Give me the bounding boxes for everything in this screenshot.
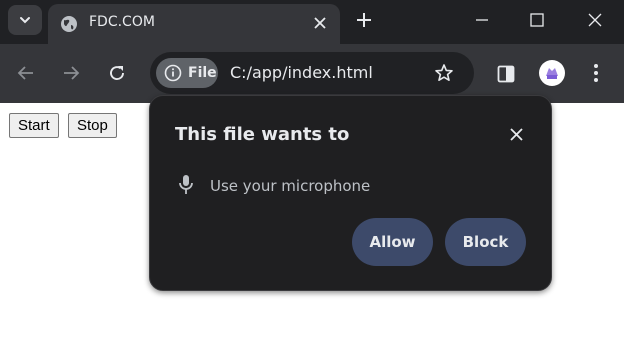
microphone-icon: [179, 175, 193, 194]
start-button[interactable]: Start: [9, 113, 59, 138]
arrow-right-icon: [64, 66, 80, 80]
side-panel-icon: [497, 65, 515, 83]
back-button[interactable]: [13, 60, 39, 86]
prompt-title: This file wants to: [175, 124, 350, 145]
allow-button[interactable]: Allow: [352, 218, 433, 266]
maximize-button[interactable]: [522, 6, 552, 34]
site-info-chip[interactable]: File: [156, 58, 218, 88]
stop-button[interactable]: Stop: [68, 113, 117, 138]
close-icon: [314, 17, 326, 29]
window-close-button[interactable]: [580, 6, 610, 34]
star-icon: [435, 64, 453, 81]
browser-menu-button[interactable]: [584, 60, 608, 86]
close-icon: [588, 13, 602, 27]
reload-icon: [110, 66, 124, 80]
site-info-label: File: [188, 65, 217, 81]
tab-close-button[interactable]: [310, 13, 330, 33]
chevron-down-icon: [20, 17, 30, 24]
profile-avatar[interactable]: [539, 60, 565, 86]
browser-titlebar: FDC.COM: [0, 0, 624, 44]
arrow-left-icon: [17, 66, 33, 80]
permission-text: Use your microphone: [210, 177, 371, 195]
side-panel-button[interactable]: [494, 62, 518, 86]
tab-title: FDC.COM: [89, 14, 155, 30]
reload-button[interactable]: [104, 60, 130, 86]
avatar-icon: [542, 63, 562, 83]
new-tab-button[interactable]: [352, 8, 376, 32]
address-bar[interactable]: File C:/app/index.html: [150, 52, 474, 94]
globe-icon: [61, 16, 77, 32]
url-text[interactable]: C:/app/index.html: [230, 63, 373, 82]
tab-search-button[interactable]: [8, 5, 42, 35]
permission-prompt: This file wants to Use your microphone A…: [149, 95, 552, 291]
more-vertical-icon: [594, 64, 598, 82]
browser-tab[interactable]: FDC.COM: [48, 4, 340, 44]
info-icon: [164, 64, 182, 82]
block-button[interactable]: Block: [445, 218, 526, 266]
bookmark-button[interactable]: [432, 61, 456, 85]
forward-button[interactable]: [58, 60, 84, 86]
minimize-button[interactable]: [467, 6, 497, 34]
maximize-icon: [530, 13, 544, 27]
close-icon: [509, 127, 523, 141]
prompt-close-button[interactable]: [506, 124, 526, 144]
plus-icon: [357, 13, 371, 27]
minimize-icon: [476, 19, 488, 21]
